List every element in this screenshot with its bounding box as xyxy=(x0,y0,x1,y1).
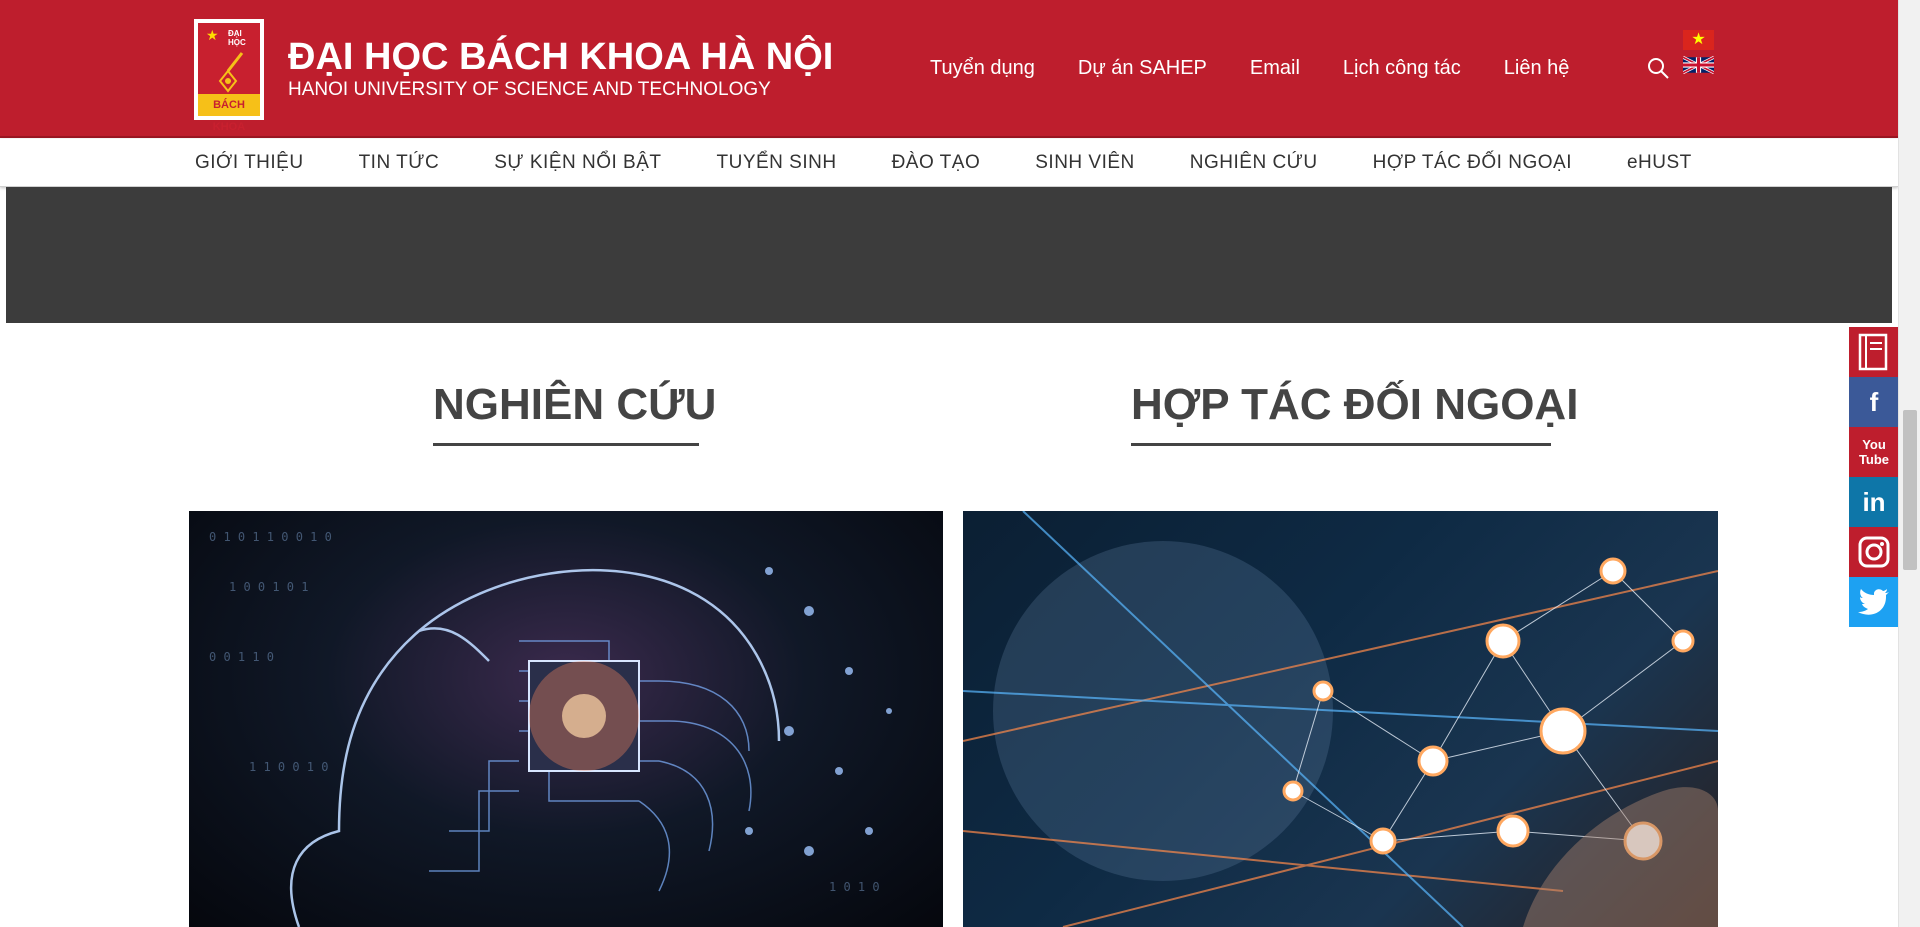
link-recruitment[interactable]: Tuyển dụng xyxy=(930,57,1035,80)
nav-item-research[interactable]: NGHIÊN CỨU xyxy=(1190,152,1318,174)
nav-item-cooperation[interactable]: HỢP TÁC ĐỐI NGOẠI xyxy=(1373,152,1572,174)
link-contact[interactable]: Liên hệ xyxy=(1504,57,1570,80)
nav-item-events[interactable]: SỰ KIỆN NỔI BẬT xyxy=(494,152,661,174)
link-sahep[interactable]: Dự án SAHEP xyxy=(1078,57,1207,80)
page: ★ ĐẠI HỌC BÁCH KHOA ĐẠI HỌC BÁCH KHOA HÀ… xyxy=(0,0,1920,927)
cooperation-image[interactable] xyxy=(963,511,1718,927)
svg-text:0 1 0 1 1 0 0 1 0: 0 1 0 1 1 0 0 1 0 xyxy=(209,530,332,544)
svg-text:1 0 1 0: 1 0 1 0 xyxy=(829,880,880,894)
facebook-button[interactable]: f xyxy=(1849,377,1899,427)
nav-item-news[interactable]: TIN TỨC xyxy=(359,152,440,174)
svg-text:1 0 0 1 0 1: 1 0 0 1 0 1 xyxy=(229,580,308,594)
catalog-button[interactable] xyxy=(1849,327,1899,377)
svg-text:1 1 0 0 1 0: 1 1 0 0 1 0 xyxy=(249,760,328,774)
instagram-button[interactable] xyxy=(1849,527,1899,577)
twitter-icon xyxy=(1858,589,1889,615)
banner-area xyxy=(6,187,1892,323)
research-heading-underline xyxy=(433,443,699,446)
book-icon xyxy=(1858,333,1888,371)
logo-emblem-icon xyxy=(218,52,244,93)
linkedin-button[interactable]: in xyxy=(1849,477,1899,527)
twitter-button[interactable] xyxy=(1849,577,1899,627)
cooperation-heading[interactable]: HỢP TÁC ĐỐI NGOẠI xyxy=(1131,380,1578,430)
facebook-icon: f xyxy=(1869,386,1879,417)
linkedin-icon: in xyxy=(1862,486,1886,517)
research-image[interactable]: 0 1 0 1 1 0 0 1 0 1 0 0 1 0 1 0 0 1 1 0 … xyxy=(189,511,943,927)
main-navigation: GIỚI THIỆU TIN TỨC SỰ KIỆN NỔI BẬT TUYỂN… xyxy=(0,139,1898,187)
university-logo[interactable]: ★ ĐẠI HỌC BÁCH KHOA xyxy=(194,19,264,133)
site-subtitle: HANOI UNIVERSITY OF SCIENCE AND TECHNOLO… xyxy=(288,79,771,100)
link-email[interactable]: Email xyxy=(1250,57,1300,80)
nav-item-about[interactable]: GIỚI THIỆU xyxy=(195,152,304,174)
logo-bottom-text: BÁCH KHOA xyxy=(198,94,260,133)
scrollbar-thumb[interactable] xyxy=(1903,410,1917,570)
star-icon: ★ xyxy=(206,27,219,43)
vietnamese-flag-icon[interactable]: ★ xyxy=(1683,30,1714,50)
english-flag-icon[interactable] xyxy=(1683,55,1714,75)
nav-item-education[interactable]: ĐÀO TẠO xyxy=(892,152,981,174)
social-sidebar: f You Tube in xyxy=(1849,327,1899,627)
research-heading[interactable]: NGHIÊN CỨU xyxy=(433,380,716,430)
page-scrollbar[interactable] xyxy=(1898,0,1920,927)
instagram-icon xyxy=(1858,536,1890,568)
search-icon[interactable] xyxy=(1646,56,1670,80)
nav-item-students[interactable]: SINH VIÊN xyxy=(1035,152,1135,174)
nav-item-ehust[interactable]: eHUST xyxy=(1627,152,1692,174)
svg-text:0 0 1 1 0: 0 0 1 1 0 xyxy=(209,650,274,664)
site-header: ★ ĐẠI HỌC BÁCH KHOA ĐẠI HỌC BÁCH KHOA HÀ… xyxy=(0,0,1898,138)
logo-top-text: ĐẠI HỌC xyxy=(228,29,246,47)
nav-item-admissions[interactable]: TUYỂN SINH xyxy=(717,152,837,174)
link-schedule[interactable]: Lịch công tác xyxy=(1343,57,1461,80)
youtube-icon: You Tube xyxy=(1858,437,1890,467)
site-title[interactable]: ĐẠI HỌC BÁCH KHOA HÀ NỘI xyxy=(288,36,833,79)
top-links: Tuyển dụng Dự án SAHEP Email Lịch công t… xyxy=(930,57,1569,80)
cooperation-heading-underline xyxy=(1131,443,1551,446)
youtube-button[interactable]: You Tube xyxy=(1849,427,1899,477)
